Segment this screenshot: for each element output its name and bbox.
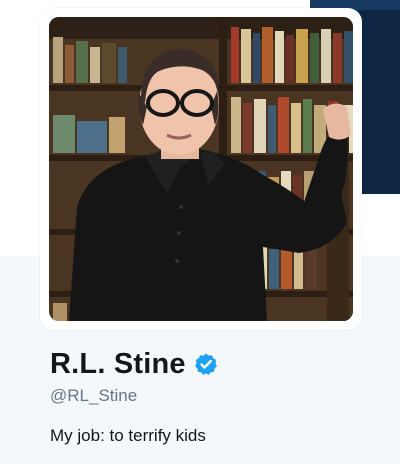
- verified-badge-icon: [194, 352, 218, 376]
- avatar[interactable]: [49, 17, 353, 321]
- avatar-photo-illustration: [49, 17, 353, 321]
- handle[interactable]: @RL_Stine: [50, 386, 137, 406]
- name-row: R.L. Stine: [50, 344, 218, 384]
- display-name[interactable]: R.L. Stine: [50, 348, 186, 381]
- bio: My job: to terrify kids: [50, 426, 206, 445]
